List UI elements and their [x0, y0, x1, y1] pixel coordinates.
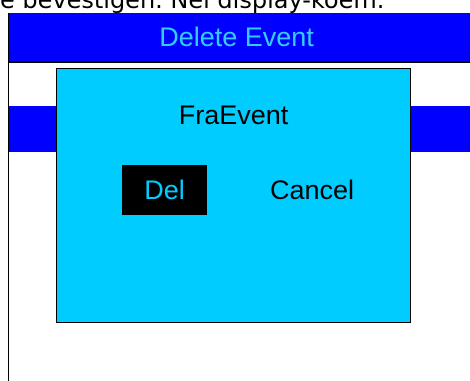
device-screen: Delete Event FraEvent Del Cancel	[8, 13, 470, 381]
dialog-title: FraEvent	[178, 100, 289, 130]
page: e bevestigen. Nei display-koem. Delete E…	[0, 0, 470, 381]
header-divider	[9, 61, 470, 63]
del-button[interactable]: Del	[122, 165, 207, 215]
delete-event-dialog: FraEvent Del Cancel	[56, 68, 411, 323]
cancel-button[interactable]: Cancel	[242, 165, 382, 215]
header-title: Delete Event	[159, 22, 314, 52]
cropped-caption-text: e bevestigen. Nei display-koem.	[0, 0, 470, 13]
header-bar: Delete Event	[9, 13, 470, 61]
